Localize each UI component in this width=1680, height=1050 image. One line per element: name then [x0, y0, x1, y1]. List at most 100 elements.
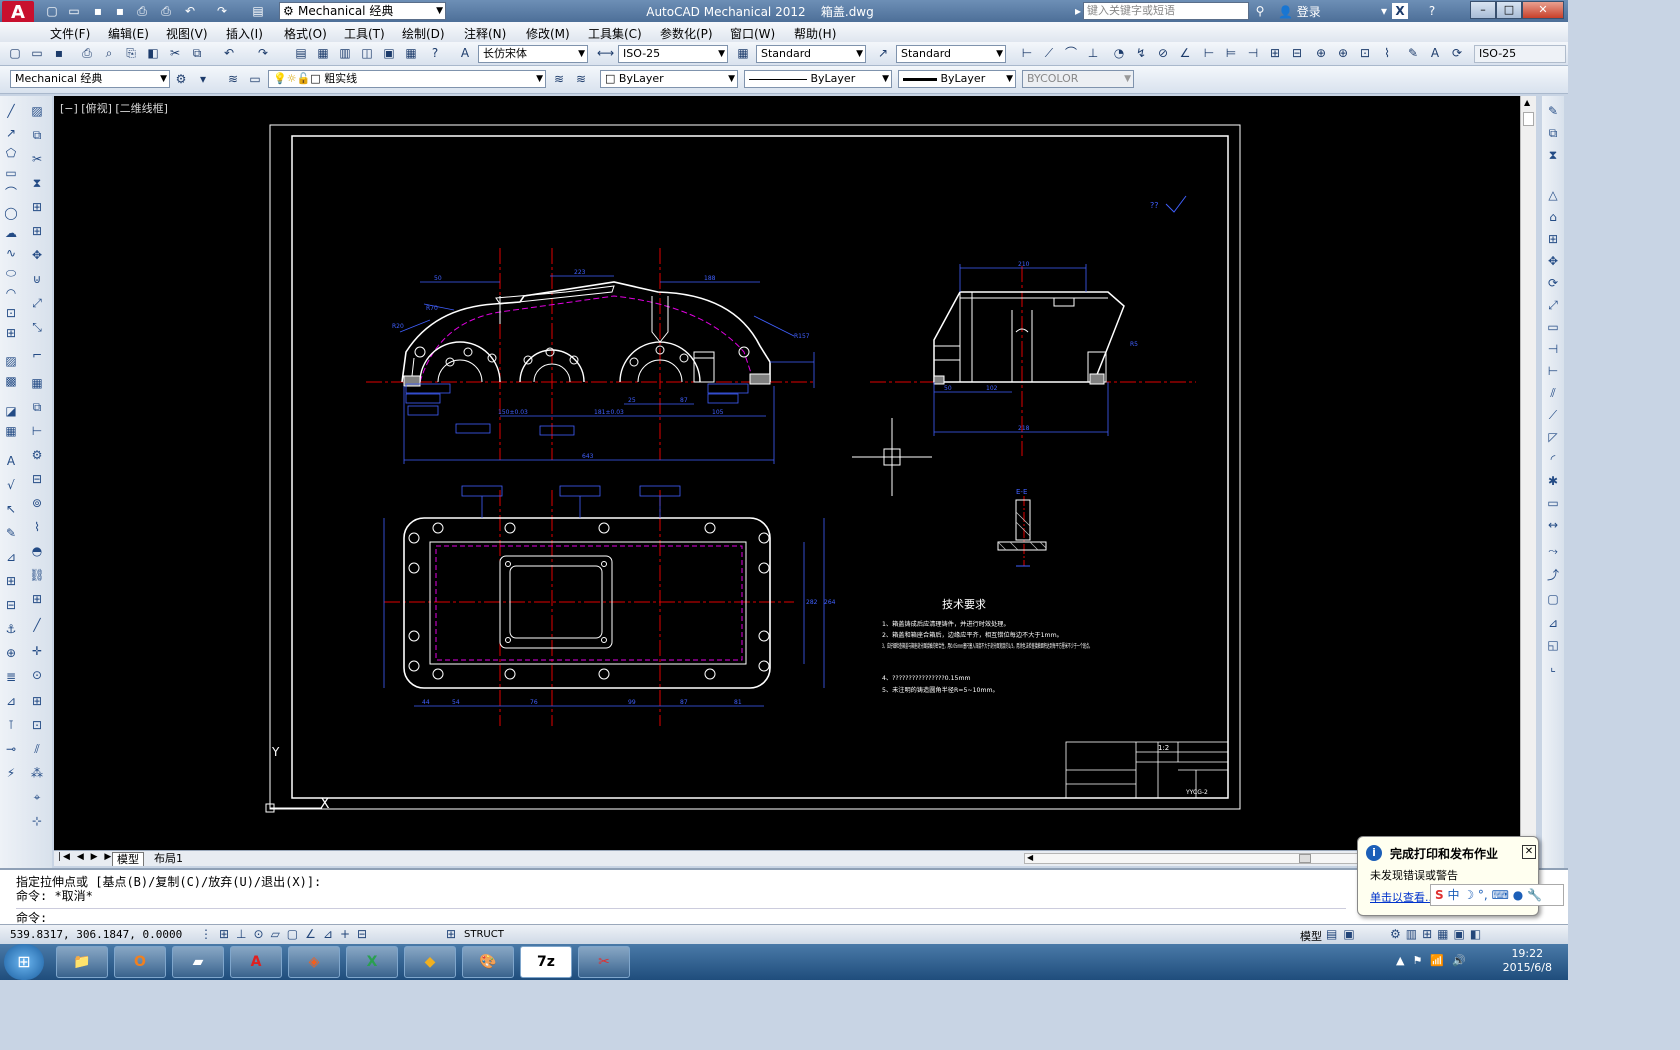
- new-file-icon[interactable]: ▢: [44, 3, 60, 19]
- dim-update-icon[interactable]: ⟳: [1448, 44, 1466, 62]
- gradient-icon[interactable]: ▩: [2, 372, 20, 390]
- explorer-icon[interactable]: 📁: [56, 946, 108, 978]
- dim-style-dropdown[interactable]: ISO-25 ▼: [618, 45, 728, 63]
- excel-icon[interactable]: X: [346, 946, 398, 978]
- workspace-dropdown[interactable]: ⚙ Mechanical 经典 ▼: [279, 2, 446, 20]
- node-icon[interactable]: ⁂: [28, 764, 46, 782]
- weld-icon[interactable]: ⊿: [2, 692, 20, 710]
- app-icon[interactable]: ◈: [288, 946, 340, 978]
- minimize-button[interactable]: –: [1470, 1, 1496, 19]
- copy-icon[interactable]: ⧉: [188, 44, 206, 62]
- markup-icon[interactable]: ▣: [380, 44, 398, 62]
- parts-list-icon[interactable]: ≣: [2, 668, 20, 686]
- mleader-style-dropdown[interactable]: Standard ▼: [896, 45, 1006, 63]
- trim-icon[interactable]: ⊣: [1544, 340, 1562, 358]
- menu-edit[interactable]: 编辑(E): [108, 25, 149, 42]
- centerline-icon[interactable]: ╱: [28, 616, 46, 634]
- maximize-button[interactable]: □: [1496, 1, 1522, 19]
- shaft-icon[interactable]: ⊟: [28, 470, 46, 488]
- erase-icon[interactable]: ▨: [28, 102, 46, 120]
- undo-icon[interactable]: ↶: [182, 3, 198, 19]
- center-mark-icon[interactable]: ⊕: [1334, 44, 1352, 62]
- frame-icon[interactable]: ▢: [1544, 590, 1562, 608]
- save-as-icon[interactable]: ▪: [112, 3, 128, 19]
- scroll-up-icon[interactable]: ▲: [1524, 98, 1530, 107]
- text-style-icon[interactable]: A: [456, 44, 474, 62]
- pencil-icon[interactable]: ✎: [2, 524, 20, 542]
- triangle-icon[interactable]: △: [1544, 186, 1562, 204]
- punctuation-icon[interactable]: °,: [1478, 888, 1488, 902]
- calculator-icon[interactable]: ▦: [402, 44, 420, 62]
- power-snap-icon[interactable]: ⚡: [2, 764, 20, 782]
- layer-manager-icon[interactable]: ≋: [224, 70, 242, 88]
- move-icon[interactable]: ✥: [1544, 252, 1562, 270]
- save-icon[interactable]: ▪: [50, 44, 68, 62]
- array-icon[interactable]: ⊞: [28, 222, 46, 240]
- ellipse-arc-icon[interactable]: ◠: [2, 284, 20, 302]
- snap-icon[interactable]: ⌖: [28, 788, 46, 806]
- rectangle-icon[interactable]: ▭: [1544, 494, 1562, 512]
- hole-icon[interactable]: ⊞: [28, 692, 46, 710]
- break-icon[interactable]: ⫽: [1544, 384, 1562, 402]
- circle-icon[interactable]: ◯: [2, 204, 20, 222]
- plot-icon[interactable]: ⎙: [134, 3, 150, 19]
- plotstyle-dropdown[interactable]: BYCOLOR ▼: [1022, 70, 1134, 88]
- arc-length-icon[interactable]: ⌒: [1062, 44, 1080, 62]
- menu-annotate[interactable]: 注释(N): [464, 25, 506, 42]
- menu-help[interactable]: 帮助(H): [794, 25, 836, 42]
- help-icon[interactable]: ?: [426, 44, 444, 62]
- paint-icon[interactable]: 🎨: [462, 946, 514, 978]
- inspection-icon[interactable]: ⊡: [1356, 44, 1374, 62]
- vertical-scrollbar[interactable]: ▲: [1520, 96, 1536, 850]
- arc-icon[interactable]: ⌒: [2, 184, 20, 202]
- offset-icon[interactable]: ⌂: [1544, 208, 1562, 226]
- save-icon[interactable]: ▪: [90, 3, 106, 19]
- dist-icon[interactable]: ↔: [1544, 516, 1562, 534]
- drawing-canvas[interactable]: [−] [俯视] [二维线框] Y X ?? 643 50 223 188 15…: [54, 96, 1520, 850]
- ordinate-icon[interactable]: ⊥: [1084, 44, 1102, 62]
- balloon-icon[interactable]: ⊕: [2, 644, 20, 662]
- menu-toolsets[interactable]: 工具集(C): [588, 25, 642, 42]
- system-clock[interactable]: 19:22 2015/6/8: [1503, 947, 1552, 975]
- sogou-icon[interactable]: S: [1435, 888, 1444, 902]
- color-dropdown[interactable]: □ ByLayer ▼: [600, 70, 738, 88]
- dim-style-right-dropdown[interactable]: ISO-25: [1474, 45, 1566, 63]
- system-tray-icons[interactable]: ▲⚑📶🔊: [1396, 954, 1474, 967]
- make-block-icon[interactable]: ⊞: [2, 324, 20, 342]
- lineweight-dropdown[interactable]: ByLayer ▼: [898, 70, 1016, 88]
- tab-model[interactable]: 模型: [112, 852, 144, 866]
- menu-tools[interactable]: 工具(T): [344, 25, 385, 42]
- edit-icon[interactable]: ⊸: [2, 740, 20, 758]
- autocad-taskbar-icon[interactable]: A: [230, 946, 282, 978]
- layer-group-icon[interactable]: ⊞: [28, 590, 46, 608]
- scale-icon[interactable]: ⤢: [1544, 296, 1562, 314]
- measure-icon[interactable]: ⊿: [2, 548, 20, 566]
- publish-icon[interactable]: ⎘: [122, 44, 140, 62]
- dim-text-edit-icon[interactable]: A: [1426, 44, 1444, 62]
- cross-icon[interactable]: ✛: [28, 642, 46, 660]
- chamfer-icon[interactable]: ◸: [1544, 428, 1562, 446]
- app-icon[interactable]: ◆: [404, 946, 456, 978]
- ime-mode-label[interactable]: 中: [1447, 888, 1459, 902]
- pencil-icon[interactable]: ✎: [1544, 102, 1562, 120]
- tab-nav-arrows[interactable]: |◀ ◀ ▶ ▶|: [58, 852, 118, 862]
- model-button[interactable]: 模型: [1300, 928, 1322, 944]
- gear-icon[interactable]: ⚙: [172, 70, 190, 88]
- struct-icon[interactable]: ⊞: [446, 927, 456, 941]
- region-icon[interactable]: ◱: [1544, 636, 1562, 654]
- weld-symbol-icon[interactable]: ⊹: [28, 812, 46, 830]
- help-icon[interactable]: ?: [1424, 3, 1440, 19]
- break-icon[interactable]: ⊟: [1288, 44, 1306, 62]
- text-style-dropdown[interactable]: 长仿宋体 ▼: [478, 45, 588, 63]
- menu-file[interactable]: 文件(F): [50, 25, 90, 42]
- table-style-dropdown[interactable]: Standard ▼: [756, 45, 866, 63]
- make-current-icon[interactable]: ≋: [550, 70, 568, 88]
- construction-line-icon[interactable]: ↗: [2, 124, 20, 142]
- cam-icon[interactable]: ◓: [28, 542, 46, 560]
- user-icon[interactable]: ●: [1513, 888, 1523, 902]
- quick-dim-icon[interactable]: ⊢: [1200, 44, 1218, 62]
- moon-icon[interactable]: ☽: [1463, 888, 1474, 902]
- spring-icon[interactable]: ⌇: [28, 518, 46, 536]
- keyboard-icon[interactable]: ⌨: [1492, 888, 1509, 902]
- edit-icon[interactable]: ⤴: [1544, 566, 1562, 584]
